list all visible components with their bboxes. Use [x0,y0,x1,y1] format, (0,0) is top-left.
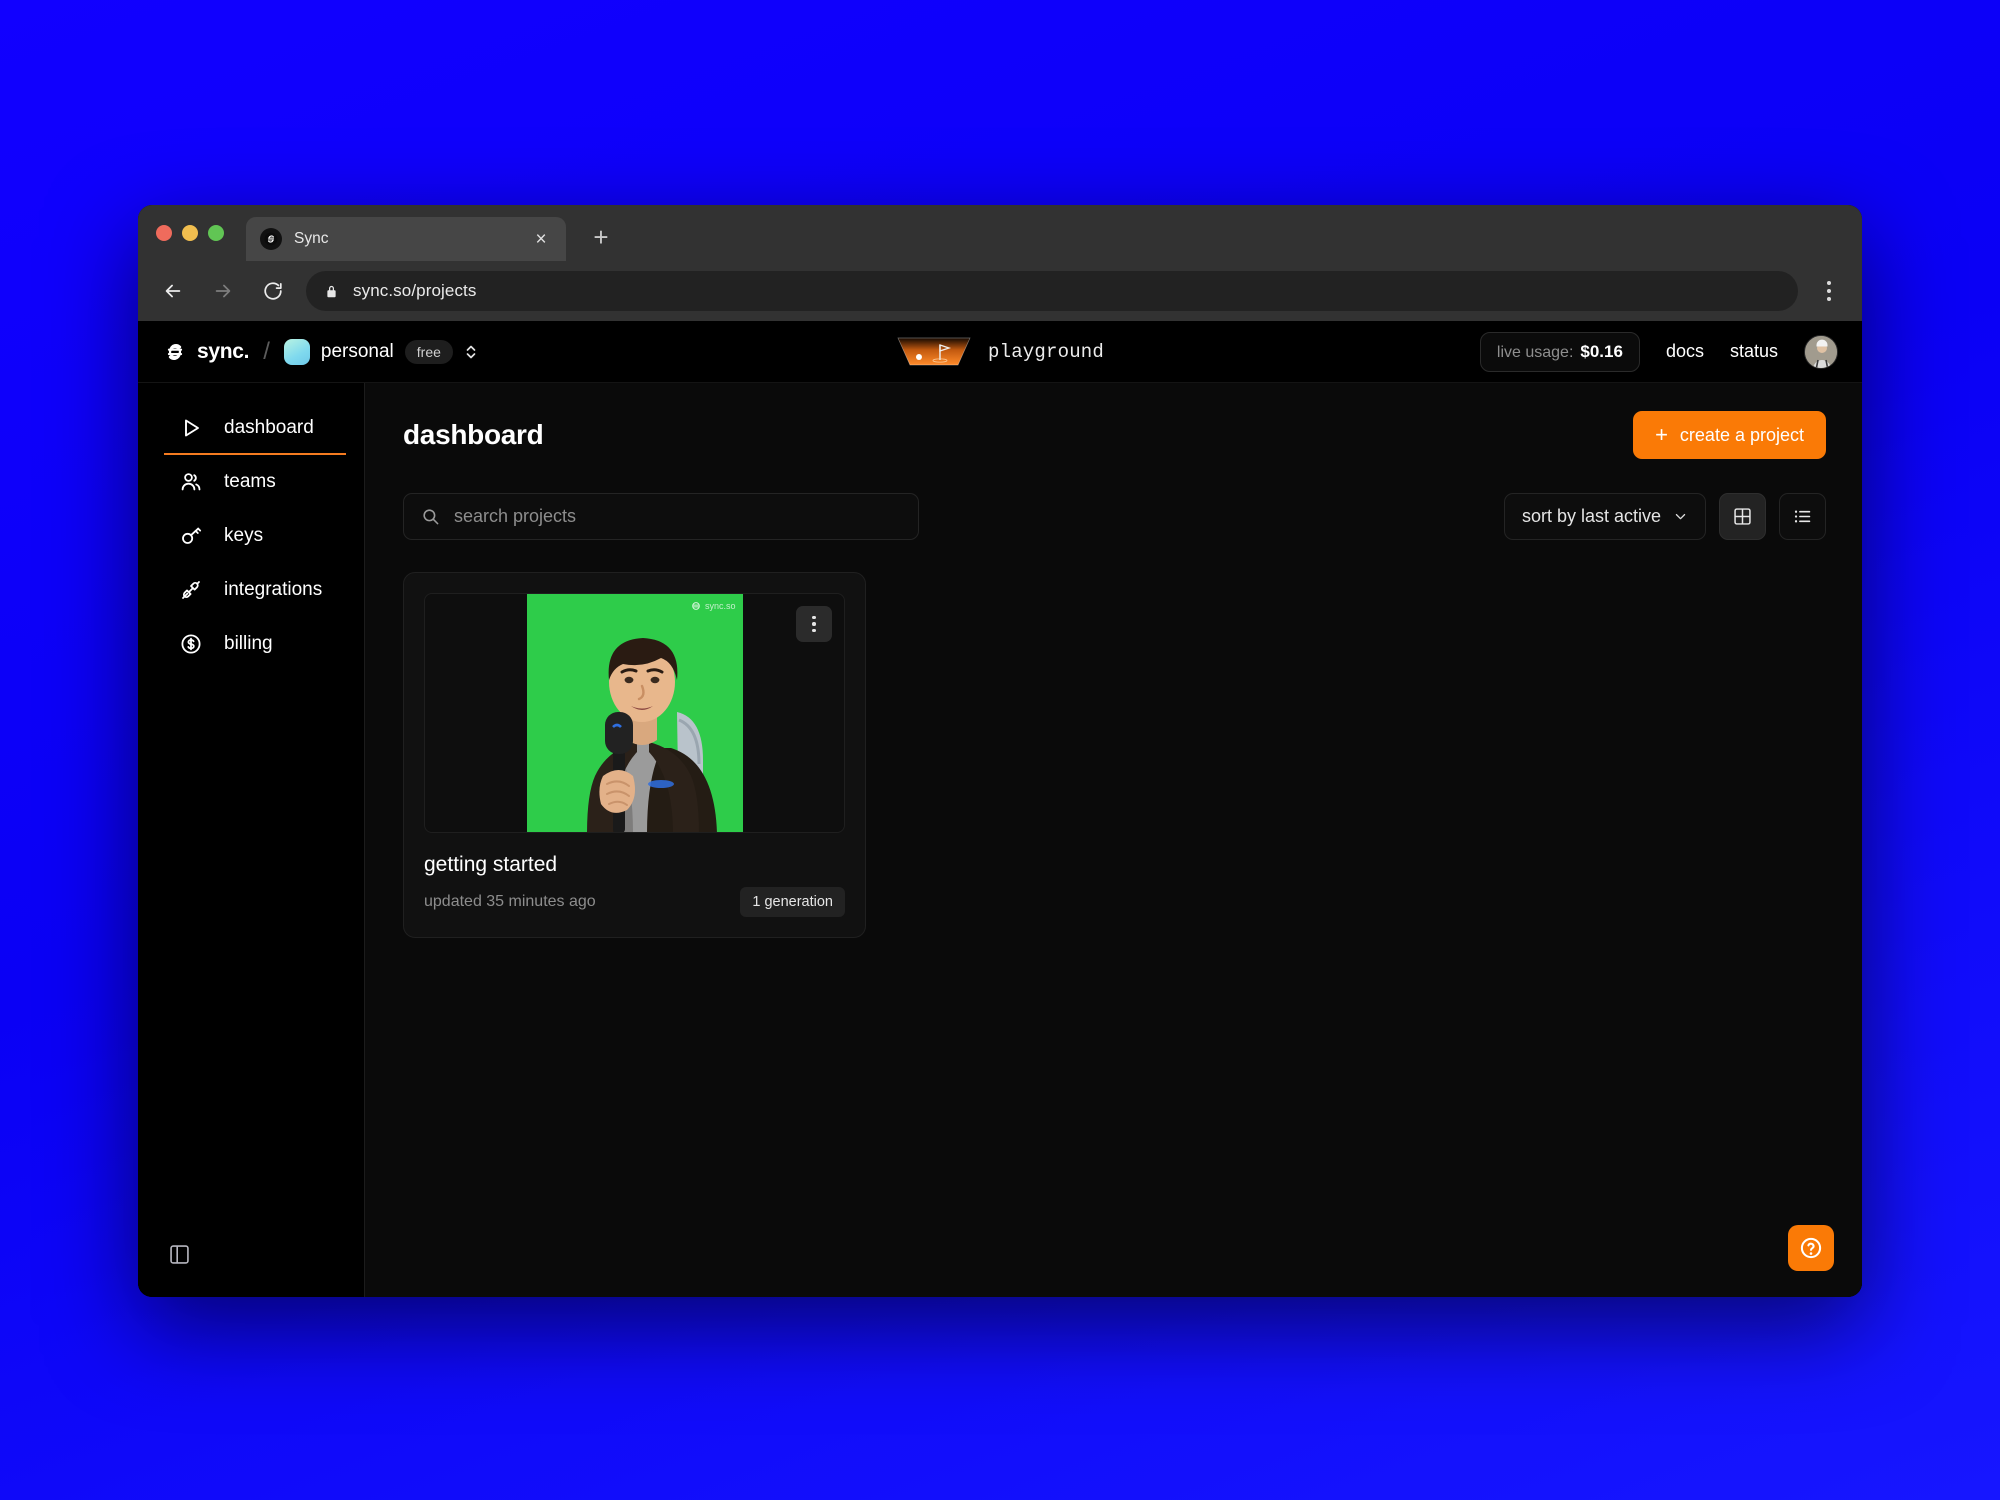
project-generations-badge: 1 generation [740,887,845,917]
status-link[interactable]: status [1730,341,1778,362]
brand-logo[interactable]: sync. [162,339,250,365]
browser-tab-title: Sync [294,230,329,247]
brand-name: sync. [197,339,250,363]
sidebar-item-integrations[interactable]: integrations [152,563,350,617]
live-usage-value: $0.16 [1580,341,1623,361]
sort-dropdown[interactable]: sort by last active [1503,493,1706,540]
workspace-selector[interactable]: personal free [283,338,478,365]
window-traffic-lights [156,205,246,261]
grid-view-icon[interactable] [1719,493,1766,540]
people-icon [178,469,204,495]
sidebar-item-billing[interactable]: billing [152,617,350,671]
sidebar-item-label: keys [224,525,264,546]
reload-icon[interactable] [256,274,290,308]
close-window-button[interactable] [156,225,172,241]
new-tab-button[interactable]: + [588,222,614,253]
sync-app: sync. / personal free playground live us… [138,321,1862,1297]
workspace-name: personal [320,340,394,362]
help-button[interactable] [1788,1225,1834,1271]
browser-tab-strip: Sync × + [138,205,1862,261]
plug-icon [178,577,204,603]
app-header-right: live usage: $0.16 docs status [1479,331,1838,372]
sidebar-item-label: integrations [224,579,323,600]
project-card[interactable]: sync.so getting started updated 35 minut… [403,572,866,938]
sidebar-item-label: dashboard [224,417,314,438]
kebab-menu-icon[interactable] [1814,274,1844,308]
app-body: dashboard teams keys integrations billin… [138,383,1862,1297]
docs-link[interactable]: docs [1666,341,1704,362]
workspace-plan-badge: free [404,339,453,364]
browser-window: Sync × + sync.so/projects sync. / person… [138,205,1862,1297]
arrow-right-icon[interactable] [206,274,240,308]
thumbnail-watermark: sync.so [691,601,736,611]
project-thumbnail: sync.so [424,593,845,833]
avatar[interactable] [1804,334,1838,369]
question-circle-icon [1798,1235,1824,1261]
sidebar-item-keys[interactable]: keys [152,509,350,563]
live-usage-label: live usage: [1496,343,1574,361]
thumbnail-image: sync.so [526,594,743,832]
browser-tab[interactable]: Sync × [246,217,566,261]
maximize-window-button[interactable] [208,225,224,241]
close-tab-button[interactable]: × [530,230,552,249]
omnibox[interactable]: sync.so/projects [306,271,1798,311]
breadcrumb-separator: / [263,337,270,365]
golf-green-icon [896,336,972,368]
minimize-window-button[interactable] [182,225,198,241]
project-meta: updated 35 minutes ago 1 generation [424,887,845,917]
sidebar-item-label: teams [224,471,276,492]
sort-label: sort by last active [1521,506,1661,526]
sidebar: dashboard teams keys integrations billin… [138,383,365,1297]
sync-brand-icon [162,339,188,365]
plus-icon: + [1655,422,1668,447]
list-view-icon[interactable] [1779,493,1826,540]
selector-icon[interactable] [464,343,478,361]
sidebar-item-dashboard[interactable]: dashboard [152,401,350,455]
playground-link[interactable]: playground [896,336,1104,368]
sync-logo-icon [260,228,282,250]
project-title: getting started [424,853,558,876]
chevron-down-icon [1673,509,1688,524]
create-project-button[interactable]: + create a project [1633,411,1826,459]
search-projects-box[interactable] [403,493,919,540]
arrow-left-icon[interactable] [156,274,190,308]
key-icon [178,523,204,549]
app-header: sync. / personal free playground live us… [138,321,1862,383]
live-usage-pill[interactable]: live usage: $0.16 [1479,331,1640,372]
project-updated: updated 35 minutes ago [424,893,596,910]
playground-label: playground [987,340,1105,363]
browser-url-bar: sync.so/projects [138,261,1862,321]
projects-grid: sync.so getting started updated 35 minut… [403,572,1826,938]
search-input[interactable] [454,506,901,527]
toolbar-right: sort by last active [1503,493,1826,540]
create-project-label: create a project [1679,424,1804,445]
url-text: sync.so/projects [353,281,477,300]
projects-toolbar: sort by last active [403,493,1826,540]
dollar-circle-icon [178,631,204,657]
sidebar-item-teams[interactable]: teams [152,455,350,509]
sidebar-collapse-icon[interactable] [166,1241,192,1267]
sidebar-item-label: billing [224,633,273,654]
more-vertical-icon[interactable] [796,606,832,642]
main-header: dashboard + create a project [403,411,1826,459]
workspace-avatar [283,338,310,365]
main-content: dashboard + create a project search proj… [365,383,1862,1297]
watermark-text: sync.so [704,601,736,611]
play-triangle-icon [178,415,204,441]
lock-icon [324,284,339,299]
search-icon [421,507,440,526]
page-title: dashboard [403,419,544,450]
